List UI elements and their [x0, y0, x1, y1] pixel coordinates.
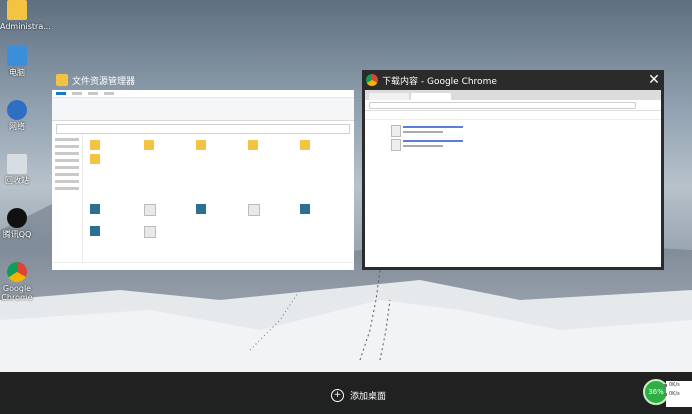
desktop-icon-label: 回收站	[5, 176, 29, 185]
desktop-icon-recycle-bin[interactable]: 回收站	[0, 154, 34, 185]
explorer-thumbnail	[52, 90, 354, 270]
image-file-icon	[300, 204, 310, 214]
desktop-icon-chrome[interactable]: Google Chrome	[0, 262, 34, 302]
file-icon	[144, 204, 156, 216]
file-icon	[144, 226, 156, 238]
download-item	[391, 138, 481, 152]
desktop-icon-qq[interactable]: 腾讯QQ	[0, 208, 34, 239]
desktop-icon-label: 网络	[9, 122, 25, 131]
folder-icon	[248, 140, 258, 150]
close-window-button[interactable]: ✕	[644, 70, 664, 90]
explorer-address-bar	[56, 124, 350, 134]
explorer-ribbon-tabs	[52, 90, 354, 98]
desktop-icon-user-folder[interactable]: Administra...	[0, 0, 51, 31]
upload-speed: 0K/s	[664, 381, 692, 390]
explorer-nav-pane	[52, 134, 83, 262]
qq-penguin-icon	[7, 208, 27, 228]
explorer-status-bar	[52, 262, 354, 270]
desktop-icon-label: 腾讯QQ	[2, 230, 32, 239]
desktop-icon-label: Administra...	[0, 22, 51, 31]
folder-icon	[90, 154, 100, 164]
chrome-thumbnail	[365, 90, 661, 267]
chrome-title-bar: 下载内容 - Google Chrome	[362, 70, 664, 90]
folder-icon	[144, 140, 154, 150]
file-icon	[248, 204, 260, 216]
chrome-title: 下载内容 - Google Chrome	[382, 76, 497, 87]
download-item	[391, 124, 481, 138]
explorer-file-area	[86, 134, 350, 262]
file-explorer-icon	[56, 74, 68, 86]
task-view-explorer-window[interactable]: 文件资源管理器	[52, 70, 354, 270]
image-file-icon	[196, 204, 206, 214]
desktop-icon-network[interactable]: 网络	[0, 100, 34, 131]
downloads-header	[365, 111, 661, 120]
desktop-icon-computer[interactable]: 电脑	[0, 46, 34, 77]
folder-icon	[196, 140, 206, 150]
explorer-ribbon	[52, 98, 354, 121]
chrome-tab-strip	[365, 90, 661, 100]
desktop-icon-label: 电脑	[9, 68, 25, 77]
add-desktop-label: 添加桌面	[350, 392, 387, 402]
add-desktop-button[interactable]: + 添加桌面	[331, 389, 386, 402]
recycle-bin-icon	[7, 154, 27, 174]
image-file-icon	[90, 226, 100, 236]
folder-icon	[90, 140, 100, 150]
explorer-title-bar: 文件资源管理器	[52, 70, 354, 90]
computer-icon	[7, 46, 27, 66]
explorer-title: 文件资源管理器	[72, 76, 136, 87]
chrome-omnibox	[365, 100, 661, 111]
plus-circle-icon: +	[331, 389, 344, 402]
chrome-icon	[7, 262, 27, 282]
user-folder-icon	[7, 0, 27, 20]
task-view-chrome-window[interactable]: 下载内容 - Google Chrome ✕	[362, 70, 664, 270]
network-globe-icon	[7, 100, 27, 120]
folder-icon	[300, 140, 310, 150]
download-speed: 0K/s	[664, 390, 692, 399]
chrome-icon	[366, 74, 378, 86]
network-speed-panel: 0K/s 0K/s	[664, 381, 692, 407]
image-file-icon	[90, 204, 100, 214]
desktop-icon-label: Google Chrome	[1, 284, 33, 302]
